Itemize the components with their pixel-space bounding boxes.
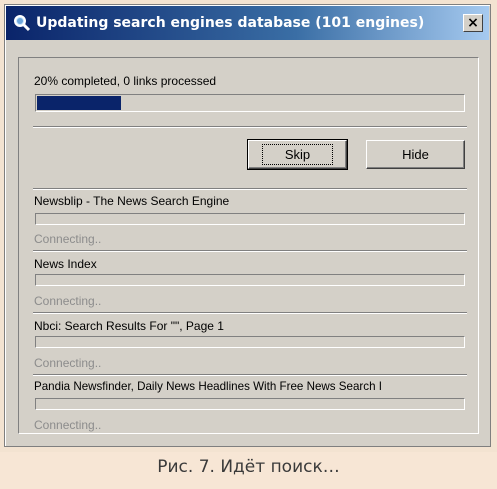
- engine-name: News Index: [34, 257, 97, 271]
- separator: [33, 250, 467, 252]
- close-icon: ×: [467, 15, 479, 31]
- engine-status: Connecting..: [34, 232, 102, 246]
- engine-progress-bar: [35, 213, 465, 225]
- progress-group: 20% completed, 0 links processed Skip Hi…: [18, 57, 479, 434]
- separator: [33, 126, 467, 128]
- progress-dialog: Updating search engines database (101 en…: [4, 4, 491, 447]
- window-title: Updating search engines database (101 en…: [36, 15, 425, 31]
- engine-progress-bar: [35, 336, 465, 348]
- engine-progress-bar: [35, 274, 465, 286]
- separator: [33, 312, 467, 314]
- engine-name: Pandia Newsfinder, Daily News Headlines …: [34, 380, 382, 393]
- engine-name: Nbci: Search Results For "", Page 1: [34, 319, 224, 333]
- engine-status: Connecting..: [34, 294, 102, 308]
- engine-name: Newsblip - The News Search Engine: [34, 194, 230, 208]
- title-bar[interactable]: Updating search engines database (101 en…: [6, 6, 489, 40]
- skip-button-label: Skip: [261, 144, 334, 165]
- separator: [33, 188, 467, 190]
- search-icon: [12, 13, 32, 33]
- engine-status: Connecting..: [34, 418, 102, 432]
- figure-caption: Рис. 7. Идёт поиск…: [157, 457, 340, 477]
- overall-progress-bar: [35, 94, 465, 112]
- overall-progress-fill: [37, 96, 121, 110]
- engine-progress-bar: [35, 398, 465, 410]
- hide-button[interactable]: Hide: [366, 140, 465, 169]
- close-button[interactable]: ×: [463, 14, 483, 32]
- overall-status-text: 20% completed, 0 links processed: [34, 74, 217, 88]
- engine-status: Connecting..: [34, 356, 102, 370]
- hide-button-label: Hide: [402, 147, 429, 162]
- separator: [33, 374, 467, 376]
- skip-button[interactable]: Skip: [247, 139, 348, 170]
